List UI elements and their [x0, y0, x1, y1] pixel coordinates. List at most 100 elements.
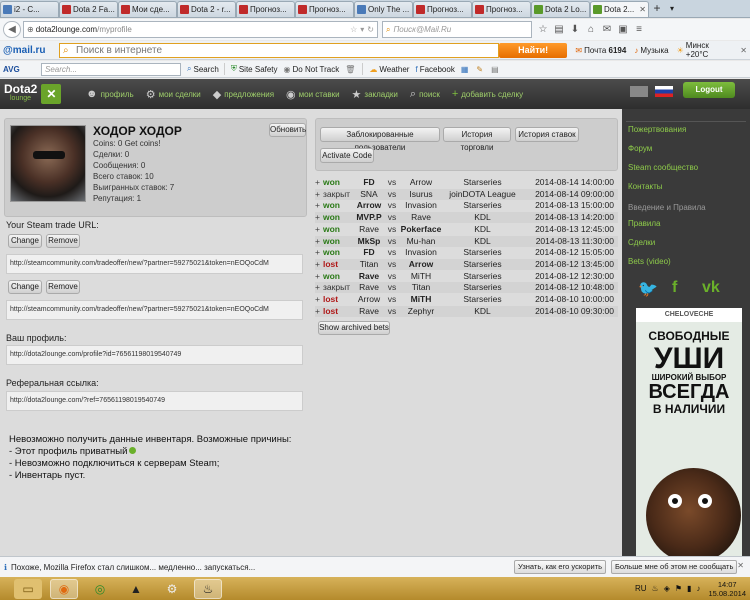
- trade-history-button[interactable]: История торговли: [443, 127, 511, 152]
- sidebar-link[interactable]: Правила: [628, 219, 660, 228]
- menu-icon[interactable]: ≡: [631, 24, 647, 35]
- browser-tab[interactable]: Мои сде...: [118, 1, 177, 17]
- bet-row[interactable]: + lost Titan vs Arrow Starseries 2014-08-12 13…: [315, 258, 618, 270]
- bookmark-star-icon[interactable]: ☆: [535, 24, 551, 35]
- sidebar-link[interactable]: Пожертвования: [628, 125, 686, 134]
- twitter-icon[interactable]: 🐦: [638, 279, 658, 299]
- dropdown-icon[interactable]: ▾: [360, 25, 364, 34]
- volume-tray-icon[interactable]: ♪: [696, 584, 700, 593]
- expand-icon[interactable]: +: [315, 282, 323, 293]
- remove-button[interactable]: Remove: [46, 234, 80, 248]
- music-link[interactable]: ♪ Музыка: [634, 46, 668, 55]
- app-gear-icon[interactable]: ⚙: [158, 579, 186, 599]
- expand-icon[interactable]: +: [315, 200, 323, 211]
- avg-search-input[interactable]: Search...: [41, 62, 181, 76]
- explorer-icon[interactable]: ▭: [14, 578, 42, 599]
- nav-item[interactable]: ⌕ поиск: [410, 88, 440, 101]
- site-safety-button[interactable]: ⛨ Site Safety: [231, 64, 278, 74]
- steam-tray-icon[interactable]: ♨: [652, 584, 659, 593]
- avg-search-button[interactable]: ⌕ Search: [187, 64, 219, 74]
- expand-icon[interactable]: +: [315, 271, 323, 282]
- bet-row[interactable]: + lost Rave vs Zephyr KDL 2014-08-10 09:30:00: [315, 305, 618, 317]
- facebook-button[interactable]: f Facebook: [415, 65, 454, 74]
- avg-logo[interactable]: AVG: [3, 65, 41, 74]
- chrome-icon[interactable]: ◎: [86, 579, 114, 599]
- firefox-icon[interactable]: ◉: [50, 578, 78, 599]
- bet-row[interactable]: + won FD vs Invasion Starseries 2014-08-12 15:…: [315, 247, 618, 258]
- search-input[interactable]: ⌕ Поиск@Mail.Ru: [382, 21, 532, 38]
- bookmarks-icon[interactable]: ▤: [551, 24, 567, 35]
- reload-icon[interactable]: ↻: [367, 25, 374, 34]
- chat-icon[interactable]: ✉: [599, 24, 615, 35]
- browser-tab[interactable]: Only The ...: [354, 1, 413, 17]
- nav-item[interactable]: + добавить сделку: [452, 88, 523, 101]
- nav-item[interactable]: ★ закладки: [352, 88, 398, 101]
- expand-icon[interactable]: +: [315, 247, 323, 258]
- bet-row[interactable]: + закрыт Rave vs Titan Starseries 2014-08-12 1…: [315, 282, 618, 294]
- expand-icon[interactable]: +: [315, 212, 323, 223]
- new-tab-button[interactable]: +: [649, 1, 665, 17]
- download-icon[interactable]: ⬇: [567, 24, 583, 35]
- url-bar[interactable]: ⊕ dota2lounge.com/myprofile ☆ ▾ ↻: [23, 21, 378, 38]
- bet-row[interactable]: + won Arrow vs Invasion Starseries 2014-08-13 …: [315, 200, 618, 211]
- browser-tab[interactable]: Прогноз...: [413, 1, 472, 17]
- back-button[interactable]: ◀: [3, 21, 21, 38]
- mailru-logo[interactable]: @mail.ru: [3, 45, 46, 56]
- dont-show-button[interactable]: Больше мне об этом не сообщать: [611, 560, 738, 574]
- logout-button[interactable]: Logout: [683, 82, 735, 98]
- profile-link-field[interactable]: http://dota2lounge.com/profile?id=765611…: [6, 345, 303, 365]
- bet-row[interactable]: + won Rave vs MiTH Starseries 2014-08-12 12:30…: [315, 271, 618, 282]
- star-icon[interactable]: ☆: [350, 25, 357, 34]
- flag-gray-icon[interactable]: [630, 86, 648, 97]
- expand-icon[interactable]: +: [315, 236, 323, 247]
- avg-tray-icon[interactable]: ◈: [664, 584, 670, 593]
- network-tray-icon[interactable]: ▮: [687, 584, 691, 593]
- browser-tab[interactable]: Прогноз...: [295, 1, 354, 17]
- avg-extra-icon-1[interactable]: ▦: [461, 65, 471, 74]
- tab-list-icon[interactable]: ▾: [665, 1, 679, 17]
- app-triangle-icon[interactable]: ▲: [122, 579, 150, 599]
- flag-ru-icon[interactable]: [655, 86, 673, 97]
- browser-tab[interactable]: Dota 2 - r...: [177, 1, 236, 17]
- coins-text[interactable]: Coins: 0 Get coins!: [93, 139, 161, 148]
- expand-icon[interactable]: +: [315, 224, 323, 235]
- steam-icon[interactable]: ♨: [194, 578, 222, 599]
- mailru-search-input[interactable]: ⌕ Поиск в интернете: [59, 42, 499, 58]
- bet-history-button[interactable]: История ставок: [515, 127, 579, 142]
- weather-link[interactable]: ☀ Минск +20°C: [677, 41, 733, 59]
- nav-item[interactable]: ⚙ мои сделки: [146, 88, 201, 101]
- expand-icon[interactable]: +: [315, 177, 323, 188]
- clock[interactable]: 14:07 15.08.2014: [708, 580, 746, 598]
- close-icon[interactable]: ✕: [740, 46, 747, 55]
- bet-row[interactable]: + lost Arrow vs MiTH Starseries 2014-08-10 10:…: [315, 294, 618, 305]
- facebook-icon[interactable]: f: [672, 279, 677, 297]
- bet-row[interactable]: + won Rave vs Pokerface KDL 2014-08-13 12:45:0…: [315, 224, 618, 235]
- blocked-users-button[interactable]: Заблокированные пользователи: [320, 127, 440, 152]
- sidebar-link[interactable]: Сделки: [628, 238, 655, 247]
- browser-tab[interactable]: Dota 2 Lo...: [531, 1, 590, 17]
- nav-item[interactable]: ☻ профиль: [86, 88, 134, 101]
- remove-button-2[interactable]: Remove: [46, 280, 80, 294]
- trade-url-field[interactable]: http://steamcommunity.com/tradeoffer/new…: [6, 254, 303, 274]
- update-button[interactable]: Обновить: [269, 123, 306, 137]
- expand-icon[interactable]: +: [315, 306, 323, 317]
- change-button[interactable]: Change: [8, 234, 42, 248]
- bet-row[interactable]: + won MkSp vs Mu-han KDL 2014-08-13 11:30:00: [315, 235, 618, 247]
- expand-icon[interactable]: +: [315, 294, 323, 305]
- vk-icon[interactable]: vk: [702, 279, 720, 297]
- site-logo[interactable]: Dota2 lounge ✕: [4, 83, 74, 104]
- nav-item[interactable]: ◆ предложения: [213, 88, 274, 101]
- home-icon[interactable]: ⌂: [583, 24, 599, 35]
- nav-item[interactable]: ◉ мои ставки: [286, 88, 340, 101]
- avg-extra-icon-3[interactable]: ▤: [491, 65, 501, 74]
- browser-tab[interactable]: Dota 2 Fa...: [59, 1, 118, 17]
- expand-icon[interactable]: +: [315, 259, 323, 270]
- toolbar-icon[interactable]: ▣: [615, 24, 631, 35]
- bet-row[interactable]: + won FD vs Arrow Starseries 2014-08-14 14:00:…: [315, 177, 618, 188]
- do-not-track-button[interactable]: ◉ Do Not Track: [284, 65, 340, 74]
- flag-tray-icon[interactable]: ⚑: [675, 584, 682, 593]
- ad-banner[interactable]: CHELOVECHE СВОБОДНЫЕ УШИ ШИРОКИЙ ВЫБОР В…: [636, 308, 742, 556]
- mail-link[interactable]: ✉ Почта 6194: [575, 46, 626, 55]
- sidebar-link[interactable]: Форум: [628, 144, 652, 153]
- weather-button[interactable]: ☁ Weather: [369, 65, 409, 74]
